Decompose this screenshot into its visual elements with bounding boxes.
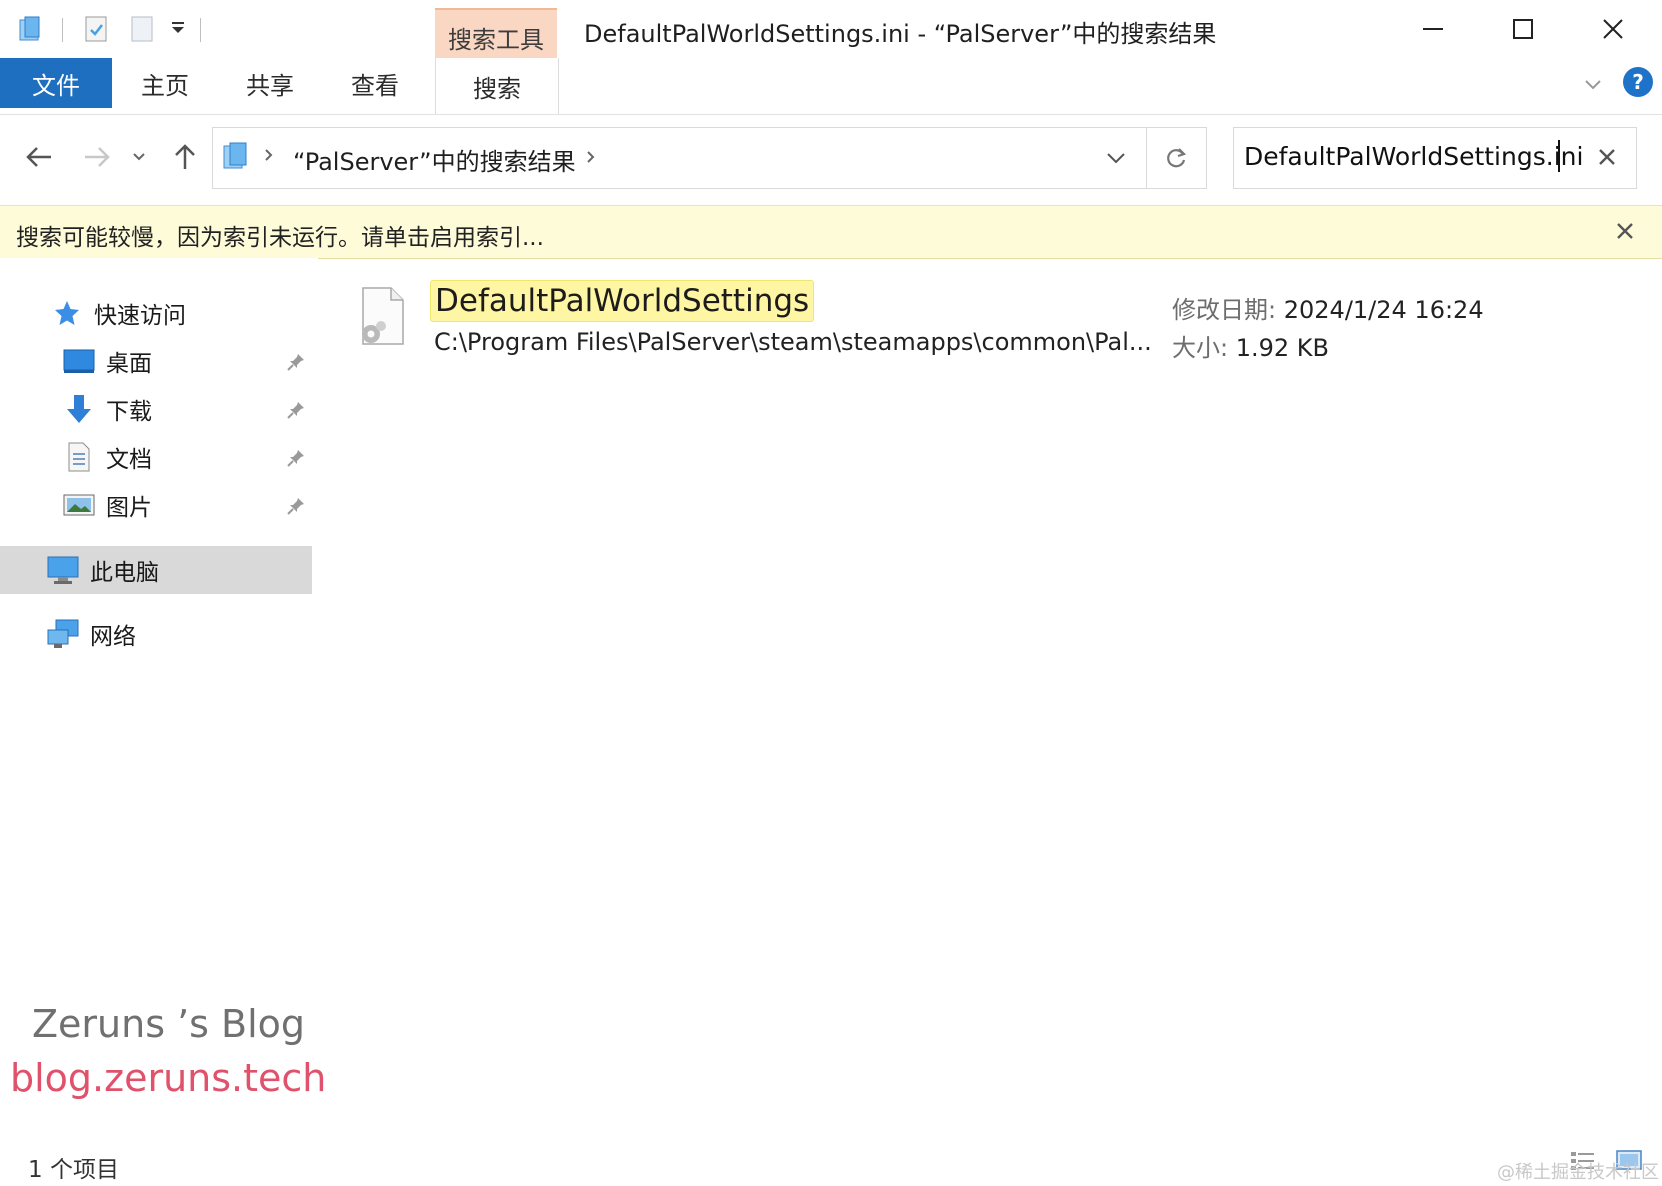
breadcrumb-chevron-icon[interactable] bbox=[585, 148, 597, 170]
pin-icon[interactable] bbox=[286, 352, 306, 372]
modified-date-label: 修改日期: bbox=[1172, 296, 1277, 324]
clear-search-icon[interactable] bbox=[1596, 146, 1618, 172]
minimize-button[interactable] bbox=[1388, 0, 1478, 58]
download-icon bbox=[62, 392, 96, 426]
search-input[interactable]: DefaultPalWorldSettings.ini bbox=[1244, 142, 1583, 171]
search-box[interactable]: DefaultPalWorldSettings.ini bbox=[1233, 127, 1637, 189]
item-count: 1 个项目 bbox=[28, 1157, 119, 1183]
qat-separator bbox=[62, 18, 63, 42]
close-icon bbox=[1603, 19, 1623, 39]
tab-search[interactable]: 搜索 bbox=[435, 58, 559, 114]
sidebar-item-label: 此电脑 bbox=[90, 560, 159, 586]
desktop-icon bbox=[62, 344, 96, 378]
sidebar-item-label: 网络 bbox=[90, 624, 136, 650]
search-results-location-icon bbox=[221, 140, 251, 176]
computer-icon bbox=[46, 553, 80, 587]
close-info-bar-icon[interactable] bbox=[1614, 220, 1636, 246]
sidebar-item-label: 图片 bbox=[106, 495, 152, 521]
size-label: 大小: bbox=[1172, 334, 1229, 362]
back-button[interactable] bbox=[20, 137, 58, 177]
folder-app-icon[interactable] bbox=[16, 14, 46, 48]
navigation-bar: “PalServer”中的搜索结果 DefaultPalWorldSetting… bbox=[0, 115, 1662, 199]
up-button[interactable] bbox=[166, 137, 204, 177]
tab-home[interactable]: 主页 bbox=[120, 58, 210, 108]
pin-icon[interactable] bbox=[286, 496, 306, 516]
ribbon-tab-bar: 文件 主页 共享 查看 搜索 ? bbox=[0, 58, 1662, 115]
customize-qat-icon[interactable] bbox=[170, 20, 186, 40]
blog-watermark-url: blog.zeruns.tech bbox=[10, 1056, 327, 1100]
title-bar: 搜索工具 DefaultPalWorldSettings.ini - “PalS… bbox=[0, 0, 1662, 64]
forward-arrow-icon bbox=[85, 147, 110, 167]
maximize-button[interactable] bbox=[1478, 0, 1568, 58]
document-icon bbox=[62, 440, 96, 474]
address-history-dropdown-icon[interactable] bbox=[1105, 148, 1127, 172]
info-bar-message[interactable]: 搜索可能较慢，因为索引未运行。请单击启用索引... bbox=[16, 218, 544, 252]
address-bar[interactable]: “PalServer”中的搜索结果 bbox=[212, 127, 1147, 189]
blog-watermark-title: Zeruns ’s Blog bbox=[32, 1002, 306, 1046]
site-watermark: @稀土掘金技术社区 bbox=[1497, 1162, 1659, 1183]
pin-icon[interactable] bbox=[286, 400, 306, 420]
tab-share[interactable]: 共享 bbox=[225, 58, 315, 108]
breadcrumb[interactable]: “PalServer”中的搜索结果 bbox=[293, 142, 576, 177]
forward-button[interactable] bbox=[78, 137, 116, 177]
properties-icon[interactable] bbox=[82, 14, 110, 48]
tab-view[interactable]: 查看 bbox=[330, 58, 420, 108]
search-tools-context-header: 搜索工具 bbox=[435, 8, 557, 64]
back-arrow-icon bbox=[26, 147, 51, 167]
sidebar-item-network[interactable]: 网络 bbox=[46, 612, 136, 656]
refresh-icon bbox=[1167, 148, 1187, 168]
minimize-icon bbox=[1423, 28, 1443, 30]
recent-locations-button[interactable] bbox=[126, 137, 152, 177]
window-title: DefaultPalWorldSettings.ini - “PalServer… bbox=[584, 20, 1217, 48]
qat-separator bbox=[200, 18, 201, 42]
indexing-info-bar[interactable]: 搜索可能较慢，因为索引未运行。请单击启用索引... bbox=[0, 205, 1662, 259]
sidebar-item-label: 下载 bbox=[106, 399, 152, 425]
pictures-icon bbox=[62, 488, 96, 522]
svg-text:?: ? bbox=[1632, 70, 1644, 94]
pin-icon[interactable] bbox=[286, 448, 306, 468]
up-arrow-icon bbox=[175, 144, 195, 169]
sidebar-item-quick-access[interactable]: 快速访问 bbox=[50, 291, 186, 335]
expand-ribbon-icon[interactable] bbox=[1583, 74, 1603, 98]
maximize-icon bbox=[1513, 19, 1533, 39]
sidebar-item-downloads[interactable]: 下载 bbox=[62, 387, 152, 431]
result-file-path[interactable]: C:\Program Files\PalServer\steam\steamap… bbox=[434, 328, 1152, 356]
results-pane bbox=[318, 258, 1662, 1138]
result-modified-date: 修改日期: 2024/1/24 16:24 bbox=[1172, 290, 1484, 325]
sidebar-item-label: 快速访问 bbox=[94, 303, 186, 329]
ini-settings-file-icon[interactable] bbox=[353, 286, 411, 354]
sidebar-item-pictures[interactable]: 图片 bbox=[62, 483, 152, 527]
result-size: 大小: 1.92 KB bbox=[1172, 328, 1329, 363]
sidebar-item-documents[interactable]: 文档 bbox=[62, 435, 152, 479]
sidebar-item-desktop[interactable]: 桌面 bbox=[62, 339, 152, 383]
sidebar-item-label: 桌面 bbox=[106, 351, 152, 377]
refresh-button[interactable] bbox=[1146, 127, 1207, 189]
text-caret bbox=[1558, 140, 1560, 172]
size-value: 1.92 KB bbox=[1235, 334, 1330, 362]
status-bar: 1 个项目 bbox=[0, 1138, 1662, 1186]
modified-date-value: 2024/1/24 16:24 bbox=[1283, 296, 1484, 324]
result-file-name[interactable]: DefaultPalWorldSettings bbox=[430, 280, 815, 322]
sidebar-item-label: 文档 bbox=[106, 447, 152, 473]
star-icon bbox=[50, 296, 84, 330]
new-folder-icon[interactable] bbox=[128, 14, 156, 48]
close-button[interactable] bbox=[1568, 0, 1658, 58]
sidebar-item-this-pc[interactable]: 此电脑 bbox=[46, 548, 159, 592]
breadcrumb-chevron-icon[interactable] bbox=[263, 146, 275, 168]
network-icon bbox=[46, 617, 80, 651]
help-icon[interactable]: ? bbox=[1622, 66, 1654, 102]
chevron-down-icon bbox=[133, 153, 145, 161]
tab-file[interactable]: 文件 bbox=[0, 58, 112, 108]
